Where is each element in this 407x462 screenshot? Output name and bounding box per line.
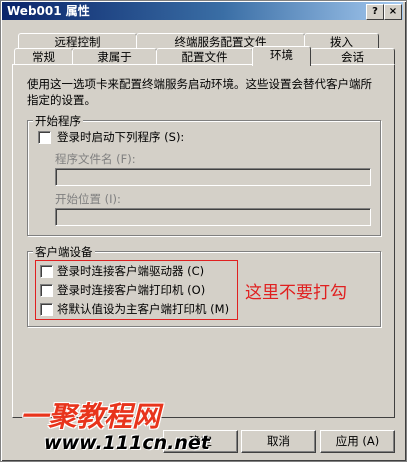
window-title: Web001 属性 (7, 4, 90, 18)
annotation-text: 这里不要打勾 (245, 283, 347, 303)
description-text: 使用这一选项卡来配置终端服务启动环境。这些设置会替代客户端所指定的设置。 (27, 77, 372, 107)
start-in-input[interactable] (55, 208, 371, 226)
close-button[interactable]: × (384, 4, 402, 20)
tab-environment[interactable]: 环境 (252, 46, 311, 66)
client-devices-group-title: 客户端设备 (33, 244, 95, 260)
cancel-button[interactable]: 取消 (241, 430, 316, 453)
annotation-highlight-box (35, 260, 238, 320)
start-program-checkbox[interactable] (38, 131, 51, 144)
help-button[interactable]: ? (366, 4, 384, 20)
title-bar: Web001 属性 ? × (2, 2, 403, 20)
startup-program-group-title: 开始程序 (33, 113, 83, 129)
program-filename-input[interactable] (55, 168, 371, 186)
start-program-label: 登录时启动下列程序 (S): (57, 130, 185, 144)
watermark-url: www.111cn.net (44, 432, 210, 454)
start-in-label: 开始位置 (I): (55, 192, 121, 206)
apply-button[interactable]: 应用 (A) (320, 430, 395, 453)
watermark-logo-text: 一聚教程网 (20, 400, 161, 433)
program-filename-label: 程序文件名 (F): (55, 152, 136, 166)
